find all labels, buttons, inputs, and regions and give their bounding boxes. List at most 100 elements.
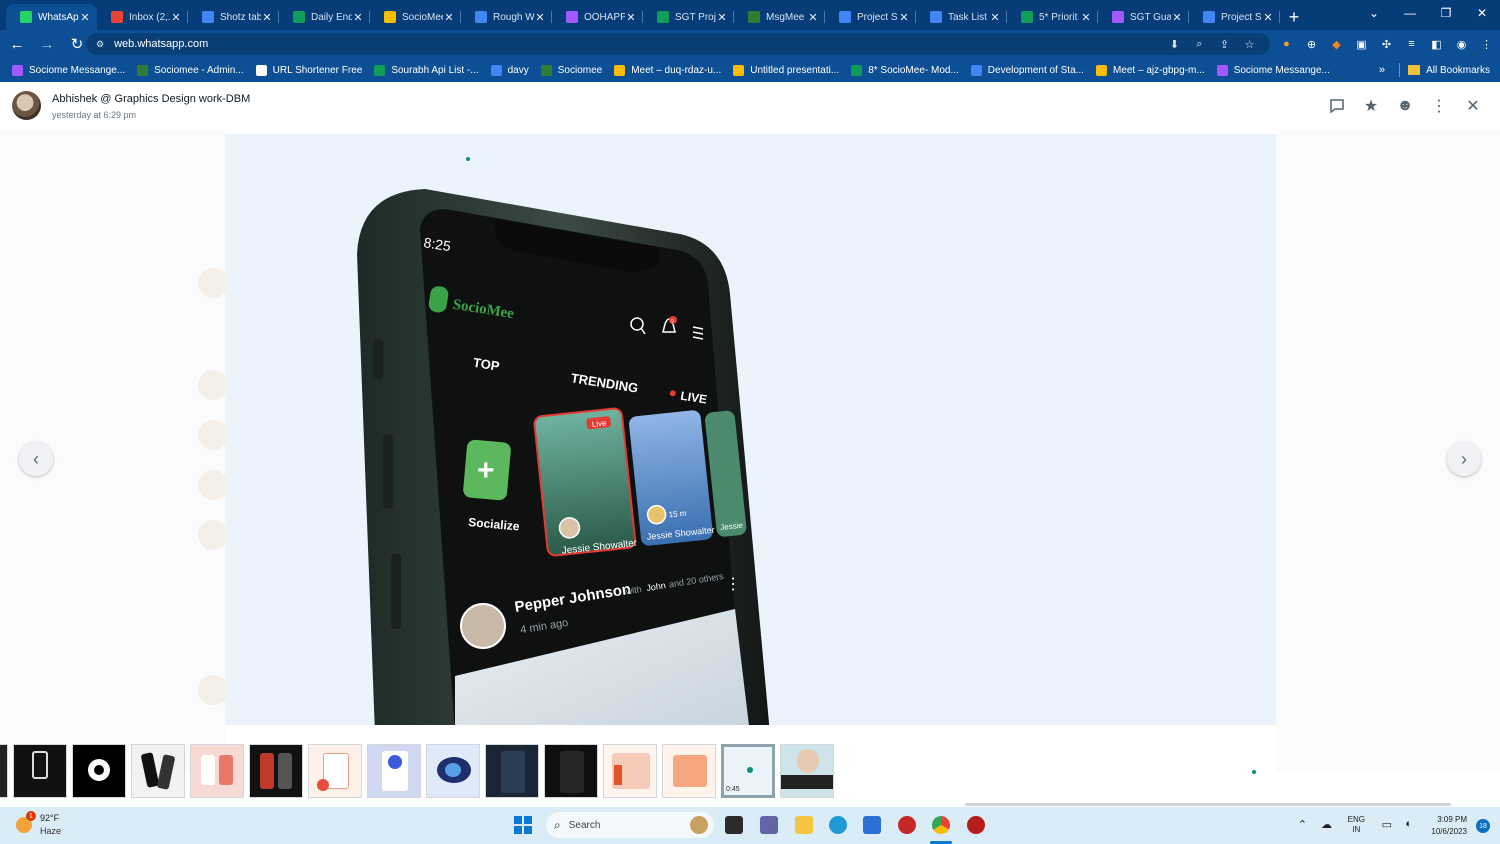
thumbnail[interactable] — [0, 744, 8, 798]
site-info-icon[interactable]: ⚙ — [96, 39, 104, 50]
tab-close-icon[interactable]: ✕ — [807, 11, 819, 24]
thumbnail[interactable] — [367, 744, 421, 798]
browser-tab[interactable]: Task List ✕ — [916, 4, 1007, 30]
thumbnail[interactable] — [308, 744, 362, 798]
chrome-icon[interactable] — [932, 816, 950, 834]
next-media-button[interactable]: › — [1447, 442, 1481, 476]
browser-tab[interactable]: MsgMee ✕ — [734, 4, 825, 30]
tab-close-icon[interactable]: ✕ — [534, 11, 546, 24]
tab-close-icon[interactable]: ✕ — [1262, 11, 1274, 24]
app-icon[interactable] — [898, 816, 916, 834]
more-bookmarks-button[interactable]: » — [1379, 64, 1385, 76]
weather-temperature[interactable]: 92°F — [40, 813, 59, 823]
zoom-icon[interactable]: ⌕ — [1187, 38, 1212, 51]
thumbnail[interactable] — [13, 744, 67, 798]
bookmark-star-icon[interactable]: ☆ — [1237, 38, 1262, 51]
browser-tab[interactable]: Rough W ✕ — [461, 4, 552, 30]
input-language[interactable]: ENG IN — [1348, 815, 1365, 835]
thumbnail[interactable] — [249, 744, 303, 798]
browser-tab[interactable]: Inbox (2,...✕ — [97, 4, 188, 30]
network-icon[interactable]: ▭ — [1382, 818, 1392, 831]
bookmark-item[interactable]: Sociome Messange... — [1216, 64, 1330, 76]
thumbnail[interactable] — [544, 744, 598, 798]
thumbnail[interactable] — [485, 744, 539, 798]
media-image[interactable]: 8:25 SocioMee 9 TOP TRENDING LIVE + Soci… — [225, 134, 1276, 725]
more-options-icon[interactable]: ⋮ — [1422, 94, 1456, 118]
browser-tab[interactable]: WhatsApp✕ — [6, 4, 97, 30]
minimize-icon[interactable]: — — [1392, 0, 1428, 26]
browser-tab[interactable]: SocioMee ✕ — [370, 4, 461, 30]
browser-tab[interactable]: Daily Enq ✕ — [279, 4, 370, 30]
volume-icon[interactable]: ◐ — [1405, 818, 1412, 830]
forward-icon[interactable]: → — [34, 31, 60, 57]
extension-icon[interactable]: ● — [1274, 36, 1299, 52]
back-icon[interactable]: ← — [4, 31, 30, 57]
tab-close-icon[interactable]: ✕ — [352, 11, 364, 24]
tab-close-icon[interactable]: ✕ — [989, 11, 1001, 24]
new-tab-button[interactable]: + — [1280, 4, 1308, 30]
bookmark-item[interactable]: Sociomee - Admin... — [137, 64, 244, 76]
profile-avatar-icon[interactable]: ◉ — [1449, 36, 1474, 52]
bookmark-item[interactable]: Untitled presentati... — [733, 64, 839, 76]
extension-screen-icon[interactable]: ▣ — [1349, 36, 1374, 52]
extension-plus-icon[interactable]: ⊕ — [1299, 36, 1324, 52]
browser-tab[interactable]: Project S ✕ — [1189, 4, 1280, 30]
tab-close-icon[interactable]: ✕ — [79, 11, 91, 24]
browser-tab[interactable]: 5* Priorit ✕ — [1007, 4, 1098, 30]
star-icon[interactable]: ★ — [1354, 94, 1388, 118]
tab-close-icon[interactable]: ✕ — [170, 11, 182, 24]
side-panel-icon[interactable]: ◧ — [1424, 36, 1449, 52]
browser-tab[interactable]: Project S ✕ — [825, 4, 916, 30]
bookmark-item[interactable]: 8* SocioMee- Mod... — [851, 64, 959, 76]
clock[interactable]: 3:09 PM 10/6/2023 — [1431, 814, 1467, 838]
thumbnail-selected[interactable]: 0:45 — [721, 744, 775, 798]
taskbar-search[interactable]: ⌕ Search — [546, 812, 714, 838]
store-icon[interactable] — [863, 816, 881, 834]
tab-close-icon[interactable]: ✕ — [261, 11, 273, 24]
close-viewer-icon[interactable]: ✕ — [1456, 94, 1490, 118]
bookmark-item[interactable]: Meet – duq-rdaz-u... — [614, 64, 721, 76]
tab-close-icon[interactable]: ✕ — [443, 11, 455, 24]
bookmark-item[interactable]: davy — [490, 64, 529, 76]
menu-icon[interactable]: ⋮ — [1474, 36, 1499, 52]
teams-icon[interactable] — [760, 816, 778, 834]
bookmark-item[interactable]: Sourabh Api List -... — [374, 64, 479, 76]
start-button[interactable] — [514, 816, 532, 834]
thumbnail-scrollbar[interactable] — [965, 803, 1451, 806]
app-icon[interactable] — [967, 816, 985, 834]
previous-media-button[interactable]: ‹ — [19, 442, 53, 476]
thumbnail[interactable] — [426, 744, 480, 798]
tab-close-icon[interactable]: ✕ — [1171, 11, 1183, 24]
share-icon[interactable]: ⇪ — [1212, 38, 1237, 51]
browser-tab[interactable]: SGT Gua ✕ — [1098, 4, 1189, 30]
task-view-icon[interactable] — [725, 816, 743, 834]
thumbnail[interactable] — [603, 744, 657, 798]
reading-list-icon[interactable]: ≡ — [1399, 36, 1424, 52]
address-bar[interactable]: ⚙ web.whatsapp.com ⬇ ⌕ ⇪ ☆ — [86, 33, 1270, 55]
tab-close-icon[interactable]: ✕ — [1080, 11, 1092, 24]
bookmark-item[interactable]: Meet – ajz-gbpg-m... — [1095, 64, 1205, 76]
file-explorer-icon[interactable] — [795, 816, 813, 834]
browser-tab[interactable]: OOHAPP ✕ — [552, 4, 643, 30]
tab-close-icon[interactable]: ✕ — [716, 11, 728, 24]
thumbnail[interactable] — [662, 744, 716, 798]
browser-tab[interactable]: SGT Proj ✕ — [643, 4, 734, 30]
tab-close-icon[interactable]: ✕ — [898, 11, 910, 24]
metamask-icon[interactable]: ◆ — [1324, 36, 1349, 52]
thumbnail[interactable] — [190, 744, 244, 798]
close-window-icon[interactable]: ✕ — [1464, 0, 1500, 26]
thumbnail[interactable] — [72, 744, 126, 798]
thumbnail[interactable] — [131, 744, 185, 798]
onedrive-icon[interactable]: ☁ — [1321, 818, 1332, 831]
all-bookmarks-link[interactable]: All Bookmarks — [1426, 65, 1490, 76]
tab-close-icon[interactable]: ✕ — [625, 11, 637, 24]
show-hidden-icons-icon[interactable]: ⌃ — [1298, 818, 1307, 831]
extensions-puzzle-icon[interactable]: ✣ — [1374, 36, 1399, 52]
install-app-icon[interactable]: ⬇ — [1162, 38, 1187, 51]
edge-icon[interactable] — [829, 816, 847, 834]
bookmark-item[interactable]: Development of Sta... — [970, 64, 1084, 76]
react-emoji-icon[interactable]: ☻ — [1388, 94, 1422, 118]
bookmark-item[interactable]: Sociomee — [540, 64, 602, 76]
bookmark-item[interactable]: Sociome Messange... — [12, 64, 125, 76]
tab-search-icon[interactable]: ⌄ — [1356, 0, 1392, 26]
